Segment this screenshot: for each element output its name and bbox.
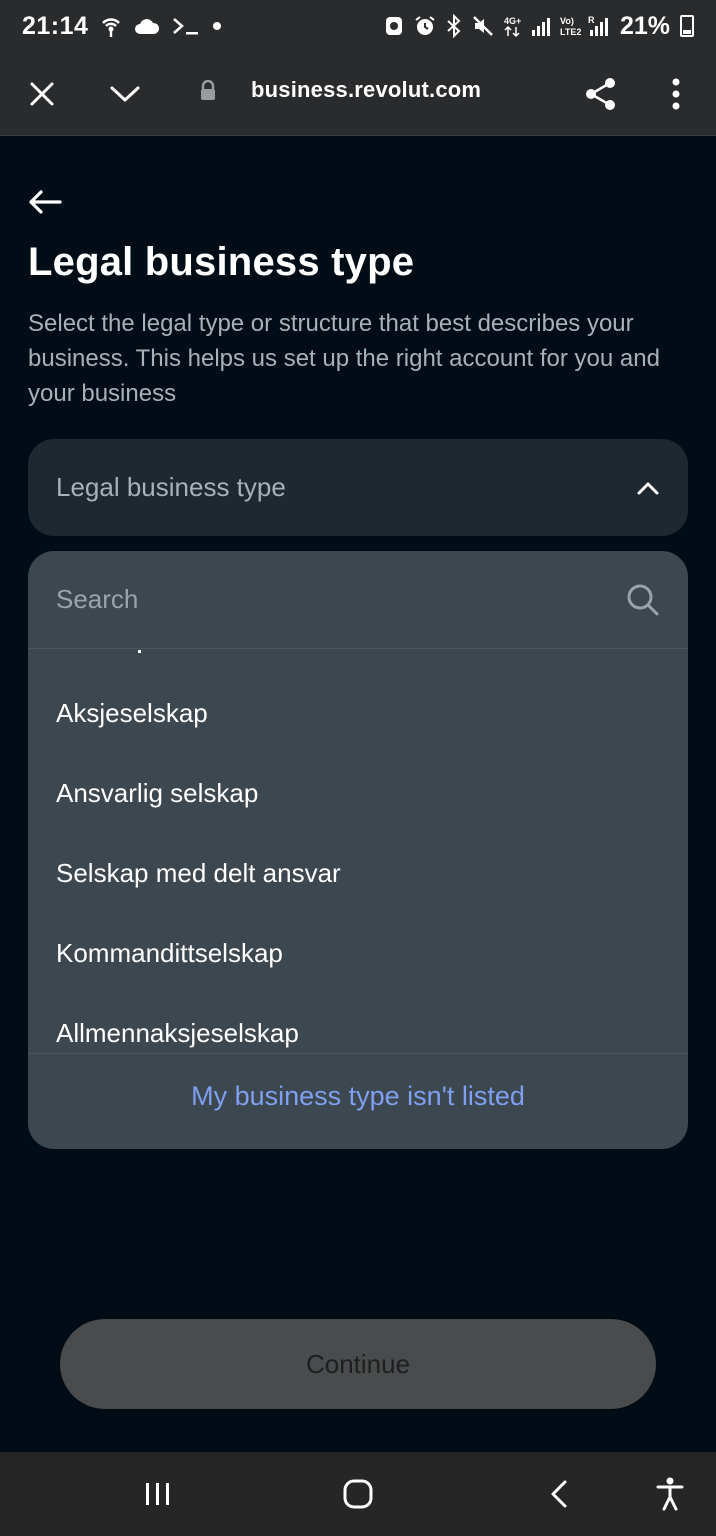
url-field[interactable]: business.revolut.com (251, 77, 481, 103)
option-selskap-med-delt-ansvar[interactable]: Selskap med delt ansvar (56, 858, 341, 889)
legal-business-type-select[interactable]: Legal business type (28, 439, 688, 536)
arrow-left-icon (29, 190, 62, 214)
battery-icon (680, 15, 694, 37)
close-tab-button[interactable] (18, 70, 66, 118)
option-kommandittselskap[interactable]: Kommandittselskap (56, 938, 283, 969)
divider (28, 1053, 688, 1054)
status-time: 21:14 (22, 11, 89, 40)
cloud-icon (134, 17, 160, 35)
recent-apps-icon (146, 1483, 169, 1505)
search-row (28, 551, 688, 649)
option-ansvarlig-selskap[interactable]: Ansvarlig selskap (56, 778, 258, 809)
continue-button[interactable]: Continue (60, 1319, 656, 1409)
accessibility-button[interactable] (646, 1470, 694, 1518)
business-type-not-listed-link[interactable]: My business type isn't listed (28, 1081, 688, 1112)
partial-option-fragment (138, 650, 141, 653)
terminal-icon (172, 16, 200, 36)
search-icon[interactable] (626, 583, 660, 617)
hotspot-icon (100, 14, 122, 38)
chevron-down-icon (110, 86, 140, 102)
close-icon (30, 82, 54, 106)
page-title: Legal business type (28, 240, 415, 284)
home-icon (343, 1479, 373, 1509)
bluetooth-icon (446, 14, 462, 38)
option-allmennaksjeselskap[interactable]: Allmennaksjeselskap (56, 1018, 299, 1049)
svg-text:Vo): Vo) (560, 16, 574, 26)
status-right: 4G+ Vo) LTE2 R 21% (384, 12, 694, 41)
mute-icon (472, 15, 494, 37)
screenshot-icon (384, 15, 404, 37)
svg-text:LTE2: LTE2 (560, 27, 581, 37)
page-description: Select the legal type or structure that … (28, 310, 660, 407)
browser-toolbar: business.revolut.com (0, 52, 716, 136)
notification-dot-icon (212, 21, 222, 31)
battery-percentage: 21% (619, 11, 670, 40)
4g-signal-icon: 4G+ (504, 14, 550, 38)
select-label: Legal business type (56, 472, 286, 502)
share-button[interactable] (577, 70, 625, 118)
back-nav-button[interactable] (535, 1470, 583, 1518)
recent-apps-button[interactable] (134, 1470, 182, 1518)
alarm-icon (414, 15, 436, 37)
minimize-button[interactable] (101, 70, 149, 118)
back-button[interactable] (28, 182, 72, 222)
options-list: Aksjeselskap Ansvarlig selskap Selskap m… (28, 650, 688, 1053)
status-bar: 21:14 4G+ Vo) LTE2 R 21% (0, 0, 716, 52)
volte-signal-icon: Vo) LTE2 R (560, 14, 610, 38)
business-type-dropdown: Aksjeselskap Ansvarlig selskap Selskap m… (28, 551, 688, 1149)
search-input[interactable] (56, 584, 626, 615)
more-options-button[interactable] (652, 70, 700, 118)
home-button[interactable] (334, 1470, 382, 1518)
chevron-up-icon (636, 480, 660, 496)
accessibility-icon (656, 1477, 684, 1511)
system-nav-bar (0, 1452, 716, 1536)
status-left: 21:14 (22, 12, 222, 41)
more-vertical-icon (672, 78, 680, 110)
option-aksjeselskap[interactable]: Aksjeselskap (56, 698, 208, 729)
screen: 21:14 4G+ Vo) LTE2 R 21% business.revolu… (0, 0, 716, 1536)
svg-text:R: R (588, 15, 595, 25)
lock-icon (199, 79, 217, 107)
svg-text:4G+: 4G+ (504, 16, 521, 26)
share-icon (586, 78, 615, 110)
chevron-left-icon (551, 1480, 567, 1508)
